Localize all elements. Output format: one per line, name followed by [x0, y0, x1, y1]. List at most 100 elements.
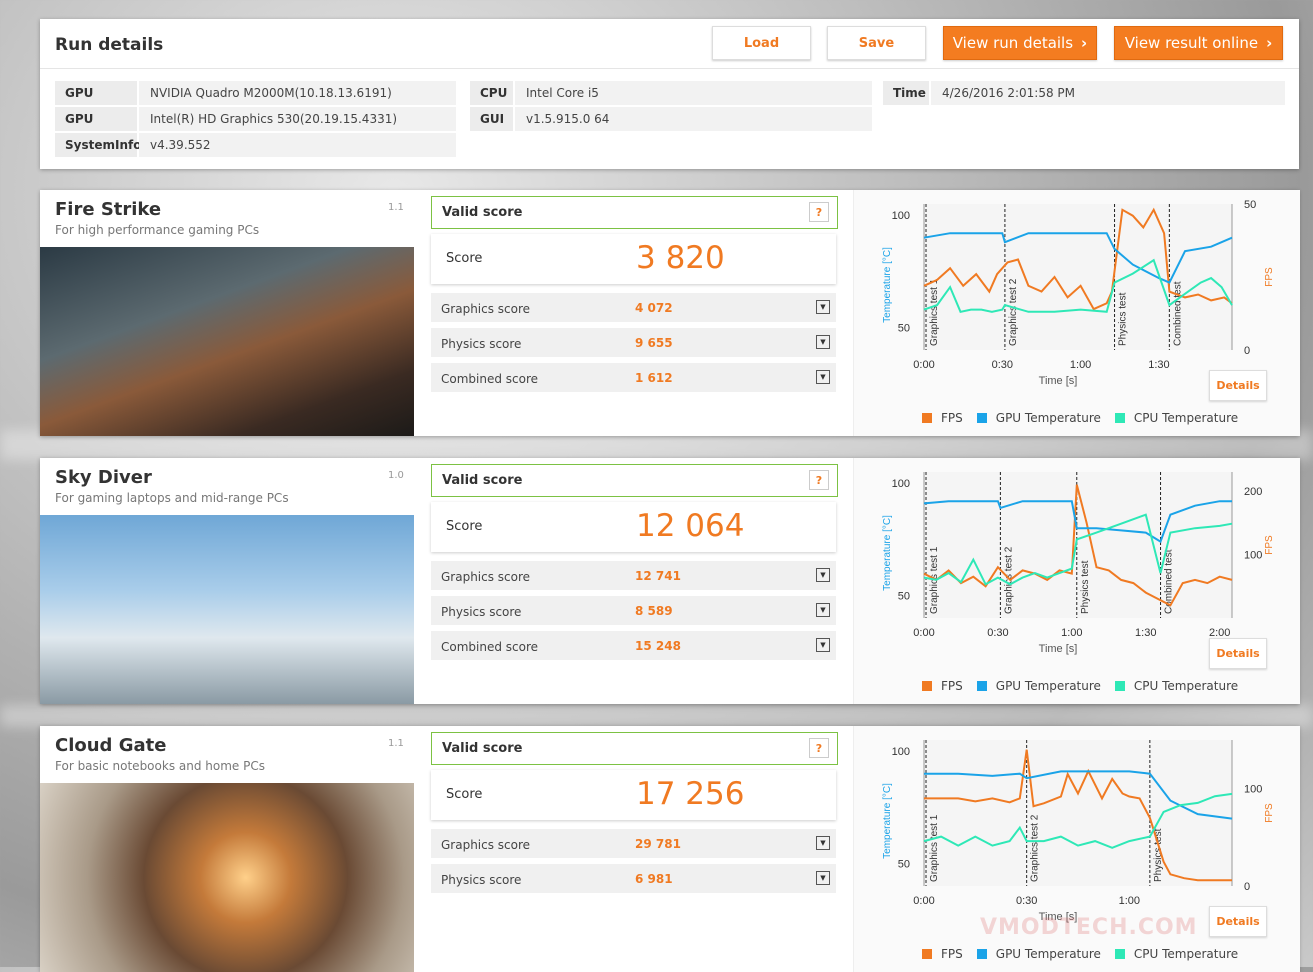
info-key: CPU: [470, 81, 513, 105]
benchmark-panel: Sky Diver For gaming laptops and mid-ran…: [40, 458, 1300, 704]
view-result-online-button[interactable]: View result online ›: [1114, 26, 1283, 60]
system-info-table: GPU NVIDIA Quadro M2000M(10.18.13.6191) G…: [55, 81, 456, 159]
monitoring-chart: 50 100 100 200 0:00 0:30 1:00 1:30 2:00 Time [s] T…: [853, 458, 1300, 704]
benchmark-image: [40, 783, 414, 972]
benchmark-panel: Fire Strike For high performance gaming …: [40, 190, 1300, 436]
monitoring-chart: 50 100 0 50 0:00 0:30 1:00 1:30 Time [s] Temperat…: [853, 190, 1300, 436]
details-button[interactable]: Details: [1209, 906, 1267, 937]
x-tick-label: 1:30: [1148, 359, 1169, 371]
load-button[interactable]: Load: [712, 26, 811, 60]
legend-label: FPS: [941, 947, 963, 961]
y-tick-label: 100: [892, 478, 910, 490]
plot-area: [924, 204, 1232, 350]
background-texture: [0, 705, 1313, 727]
score-label: Score: [446, 787, 483, 802]
expand-dropdown-icon[interactable]: ▼: [816, 836, 830, 850]
benchmark-subtitle: For high performance gaming PCs: [55, 223, 260, 237]
legend-swatch: [922, 949, 932, 959]
x-tick-label: 0:30: [1016, 895, 1037, 907]
x-tick-label: 0:00: [913, 895, 934, 907]
expand-dropdown-icon[interactable]: ▼: [816, 638, 830, 652]
legend-item-cpu: CPU Temperature: [1114, 411, 1238, 425]
legend-label: FPS: [941, 411, 963, 425]
benchmark-version: 1.1: [388, 738, 404, 749]
subscore-row: Physics score 8 589 ▼: [431, 596, 836, 625]
legend-item-fps: FPS: [922, 947, 963, 961]
expand-dropdown-icon[interactable]: ▼: [816, 568, 830, 582]
legend-swatch: [922, 413, 932, 423]
info-value: Intel Core i5: [515, 81, 872, 105]
subscore-value: 15 248: [635, 639, 681, 653]
chevron-right-icon: ›: [1266, 34, 1273, 52]
score-label: Score: [446, 519, 483, 534]
benchmark-name: Fire Strike: [55, 199, 162, 220]
y-axis-label: Temperature [°C]: [882, 247, 893, 323]
plot-area: [924, 740, 1232, 886]
legend-item-cpu: CPU Temperature: [1114, 679, 1238, 693]
info-key: GPU: [55, 107, 137, 131]
save-button[interactable]: Save: [827, 26, 926, 60]
subscore-label: Combined score: [441, 640, 539, 654]
y2-tick-label: 0: [1244, 881, 1250, 893]
help-icon[interactable]: ?: [809, 470, 829, 490]
score-value: 12 064: [636, 508, 745, 544]
y-tick-label: 100: [892, 210, 910, 222]
test-label: Physics test: [1118, 292, 1129, 346]
legend-swatch: [1114, 681, 1125, 691]
legend-label: CPU Temperature: [1133, 947, 1239, 961]
info-value: v4.39.552: [139, 133, 456, 157]
subscore-value: 12 741: [635, 569, 681, 583]
help-icon[interactable]: ?: [809, 202, 829, 222]
benchmark-subtitle: For gaming laptops and mid-range PCs: [55, 491, 289, 505]
score-label: Score: [446, 251, 483, 266]
y2-tick-label: 0: [1244, 345, 1250, 357]
chart-legend: FPS GPU Temperature CPU Temperature: [922, 411, 1252, 425]
expand-dropdown-icon[interactable]: ▼: [816, 871, 830, 885]
test-label: Graphics test 2: [1003, 546, 1014, 614]
benchmark-version: 1.1: [388, 202, 404, 213]
cpu-info-table: CPU Intel Core i5 GUI v1.5.915.0 64: [470, 81, 872, 133]
subscore-label: Physics score: [441, 873, 522, 887]
y2-axis-label: FPS: [1264, 535, 1275, 555]
valid-score-banner: Valid score ?: [431, 732, 838, 765]
y-tick-label: 50: [898, 859, 910, 871]
plot-area: [924, 472, 1232, 618]
expand-dropdown-icon[interactable]: ▼: [816, 335, 830, 349]
benchmark-name: Sky Diver: [55, 467, 152, 488]
valid-score-banner: Valid score ?: [431, 196, 838, 229]
subscore-label: Combined score: [441, 372, 539, 386]
subscore-value: 29 781: [635, 837, 681, 851]
subscore-row: Physics score 9 655 ▼: [431, 328, 836, 357]
x-tick-label: 1:30: [1135, 627, 1156, 639]
subscore-row: Graphics score 29 781 ▼: [431, 829, 836, 858]
watermark: VMODTECH.COM: [980, 915, 1198, 940]
divider: [40, 68, 1299, 69]
legend-item-gpu: GPU Temperature: [976, 947, 1101, 961]
subscore-value: 1 612: [635, 371, 673, 385]
valid-score-label: Valid score: [442, 205, 523, 220]
y-axis-label: Temperature [°C]: [882, 783, 893, 859]
valid-score-banner: Valid score ?: [431, 464, 838, 497]
x-tick-label: 0:30: [987, 627, 1008, 639]
legend-item-fps: FPS: [922, 679, 963, 693]
info-key: SystemInfo: [55, 133, 141, 157]
score-value: 17 256: [636, 776, 745, 812]
view-run-details-button[interactable]: View run details ›: [943, 26, 1097, 60]
details-button[interactable]: Details: [1209, 638, 1267, 669]
subscore-row: Physics score 6 981 ▼: [431, 864, 836, 893]
expand-dropdown-icon[interactable]: ▼: [816, 603, 830, 617]
info-value: Intel(R) HD Graphics 530(20.19.15.4331): [139, 107, 456, 131]
subscore-row: Combined score 1 612 ▼: [431, 363, 836, 392]
benchmark-subtitle: For basic notebooks and home PCs: [55, 759, 265, 773]
test-label: Graphics test 2: [1008, 278, 1019, 346]
subscore-row: Combined score 15 248 ▼: [431, 631, 836, 660]
benchmark-image: [40, 515, 414, 704]
y2-tick-label: 100: [1244, 550, 1262, 562]
legend-swatch: [976, 949, 987, 959]
details-button[interactable]: Details: [1209, 370, 1267, 401]
benchmark-name: Cloud Gate: [55, 735, 167, 756]
y-tick-label: 50: [898, 591, 910, 603]
expand-dropdown-icon[interactable]: ▼: [816, 370, 830, 384]
expand-dropdown-icon[interactable]: ▼: [816, 300, 830, 314]
help-icon[interactable]: ?: [809, 738, 829, 758]
